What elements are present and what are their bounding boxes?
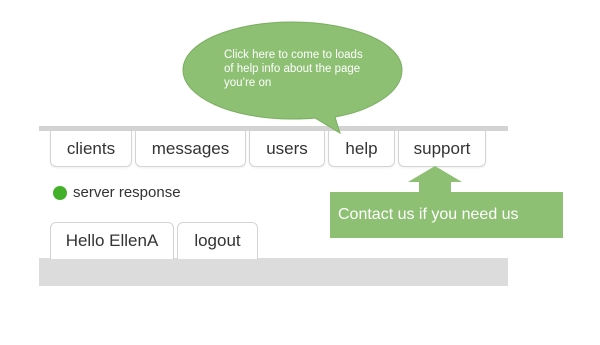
- server-status-label: server response: [73, 184, 181, 201]
- screenshot-stage: clients messages users help support serv…: [0, 0, 600, 345]
- user-greeting-tab[interactable]: Hello EllenA: [50, 222, 174, 259]
- main-nav-tabs: clients messages users help support: [50, 131, 486, 167]
- tab-messages[interactable]: messages: [135, 131, 246, 167]
- tab-help[interactable]: help: [328, 131, 395, 167]
- tab-support[interactable]: support: [398, 131, 486, 167]
- server-status: server response: [53, 184, 181, 201]
- user-tabs: Hello EllenA logout: [50, 222, 258, 259]
- support-callout-text: Contact us if you need us: [338, 206, 519, 223]
- tab-clients[interactable]: clients: [50, 131, 132, 167]
- support-arrow-callout: [330, 166, 563, 238]
- logout-button[interactable]: logout: [177, 222, 258, 259]
- status-indicator-icon: [53, 185, 67, 200]
- arrow-callout-shape: [330, 166, 563, 238]
- help-bubble-text: Click here to come to loads of help info…: [224, 49, 363, 89]
- tab-users[interactable]: users: [249, 131, 325, 167]
- app-footer-bar: [39, 258, 508, 286]
